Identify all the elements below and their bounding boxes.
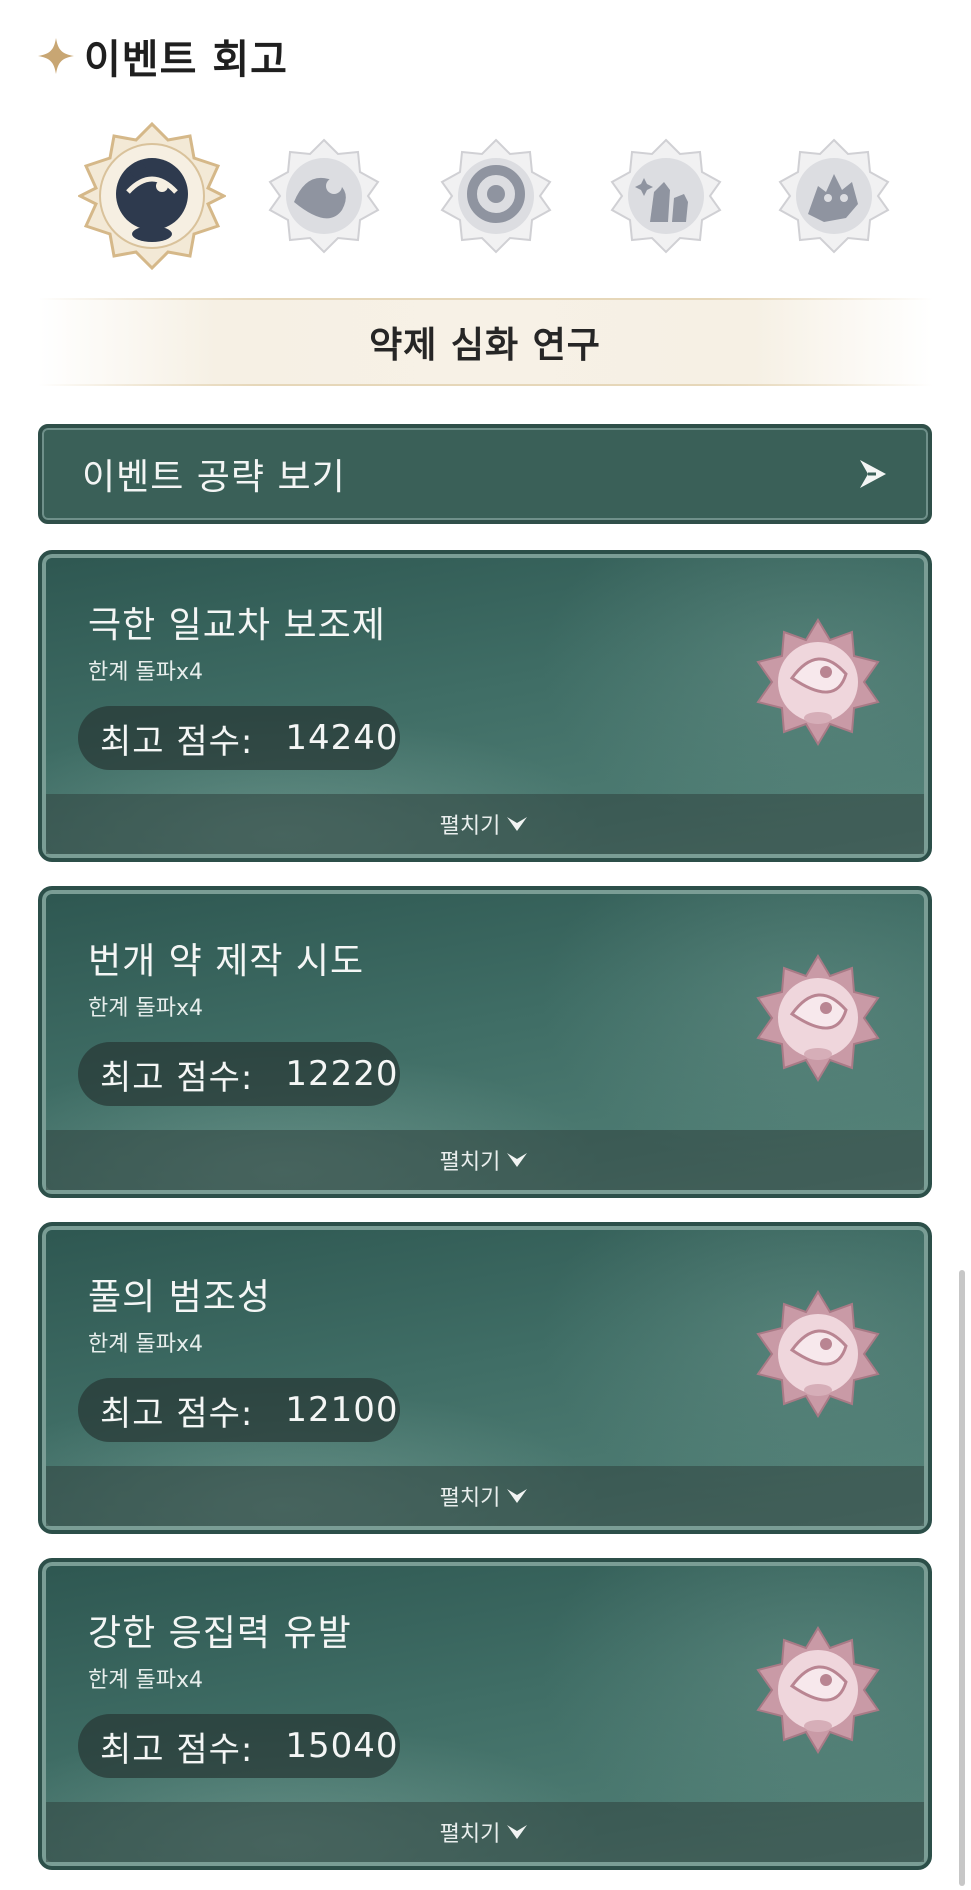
event-guide-label: 이벤트 공략 보기 xyxy=(82,457,346,498)
medal-icon xyxy=(756,1290,880,1418)
challenge-card: 번개 약 제작 시도 한계 돌파x4 최고 점수: 12220 펼치기 xyxy=(38,886,932,1198)
section-title: 이벤트 회고 xyxy=(84,37,288,83)
event-icon-row xyxy=(0,122,971,282)
best-score-pill: 최고 점수: 12100 xyxy=(78,1378,400,1442)
event-icon-4[interactable] xyxy=(606,136,726,256)
event-icon-5[interactable] xyxy=(774,136,894,256)
event-icon-1-selected[interactable] xyxy=(78,122,226,270)
event-icon-2[interactable] xyxy=(264,136,384,256)
expand-bar[interactable]: 펼치기 xyxy=(46,1130,924,1190)
challenge-subtitle: 한계 돌파x4 xyxy=(88,1332,203,1357)
chevron-down-icon xyxy=(507,1825,528,1839)
event-guide-button[interactable]: 이벤트 공략 보기 xyxy=(38,424,932,524)
section-header: 이벤트 회고 xyxy=(36,28,288,84)
medal-icon xyxy=(756,618,880,746)
chevron-down-icon xyxy=(507,1153,528,1167)
challenge-card: 극한 일교차 보조제 한계 돌파x4 최고 점수: 14240 펼치기 xyxy=(38,550,932,862)
expand-label: 펼치기 xyxy=(439,1486,501,1511)
arrow-right-icon xyxy=(860,460,886,488)
challenge-subtitle: 한계 돌파x4 xyxy=(88,996,203,1021)
best-score-label: 최고 점수: xyxy=(100,1393,254,1434)
challenge-card: 풀의 범조성 한계 돌파x4 최고 점수: 12100 펼치기 xyxy=(38,1222,932,1534)
challenge-card: 강한 응집력 유발 한계 돌파x4 최고 점수: 15040 펼치기 xyxy=(38,1558,932,1870)
challenge-subtitle: 한계 돌파x4 xyxy=(88,660,203,685)
best-score-value: 12220 xyxy=(285,1054,399,1094)
chevron-down-icon xyxy=(507,817,528,831)
challenge-subtitle: 한계 돌파x4 xyxy=(88,1668,203,1693)
expand-bar[interactable]: 펼치기 xyxy=(46,1802,924,1862)
expand-bar[interactable]: 펼치기 xyxy=(46,1466,924,1526)
best-score-value: 14240 xyxy=(285,718,399,758)
expand-bar[interactable]: 펼치기 xyxy=(46,794,924,854)
expand-label: 펼치기 xyxy=(439,814,501,839)
expand-label: 펼치기 xyxy=(439,1150,501,1175)
best-score-value: 12100 xyxy=(285,1390,399,1430)
best-score-label: 최고 점수: xyxy=(100,721,254,762)
event-icon-3[interactable] xyxy=(436,136,556,256)
scrollbar[interactable] xyxy=(959,1270,965,1886)
best-score-label: 최고 점수: xyxy=(100,1057,254,1098)
challenge-name: 풀의 범조성 xyxy=(88,1277,272,1318)
best-score-value: 15040 xyxy=(285,1726,399,1766)
expand-label: 펼치기 xyxy=(439,1822,501,1847)
best-score-pill: 최고 점수: 12220 xyxy=(78,1042,400,1106)
best-score-pill: 최고 점수: 15040 xyxy=(78,1714,400,1778)
event-name-banner: 약제 심화 연구 xyxy=(38,298,932,386)
chevron-down-icon xyxy=(507,1489,528,1503)
sparkle-star-icon xyxy=(38,38,74,74)
best-score-pill: 최고 점수: 14240 xyxy=(78,706,400,770)
medal-icon xyxy=(756,954,880,1082)
event-name-label: 약제 심화 연구 xyxy=(369,325,601,366)
challenge-name: 번개 약 제작 시도 xyxy=(88,941,365,982)
challenge-name: 강한 응집력 유발 xyxy=(88,1613,352,1654)
medal-icon xyxy=(756,1626,880,1754)
challenge-name: 극한 일교차 보조제 xyxy=(88,605,386,646)
best-score-label: 최고 점수: xyxy=(100,1729,254,1770)
